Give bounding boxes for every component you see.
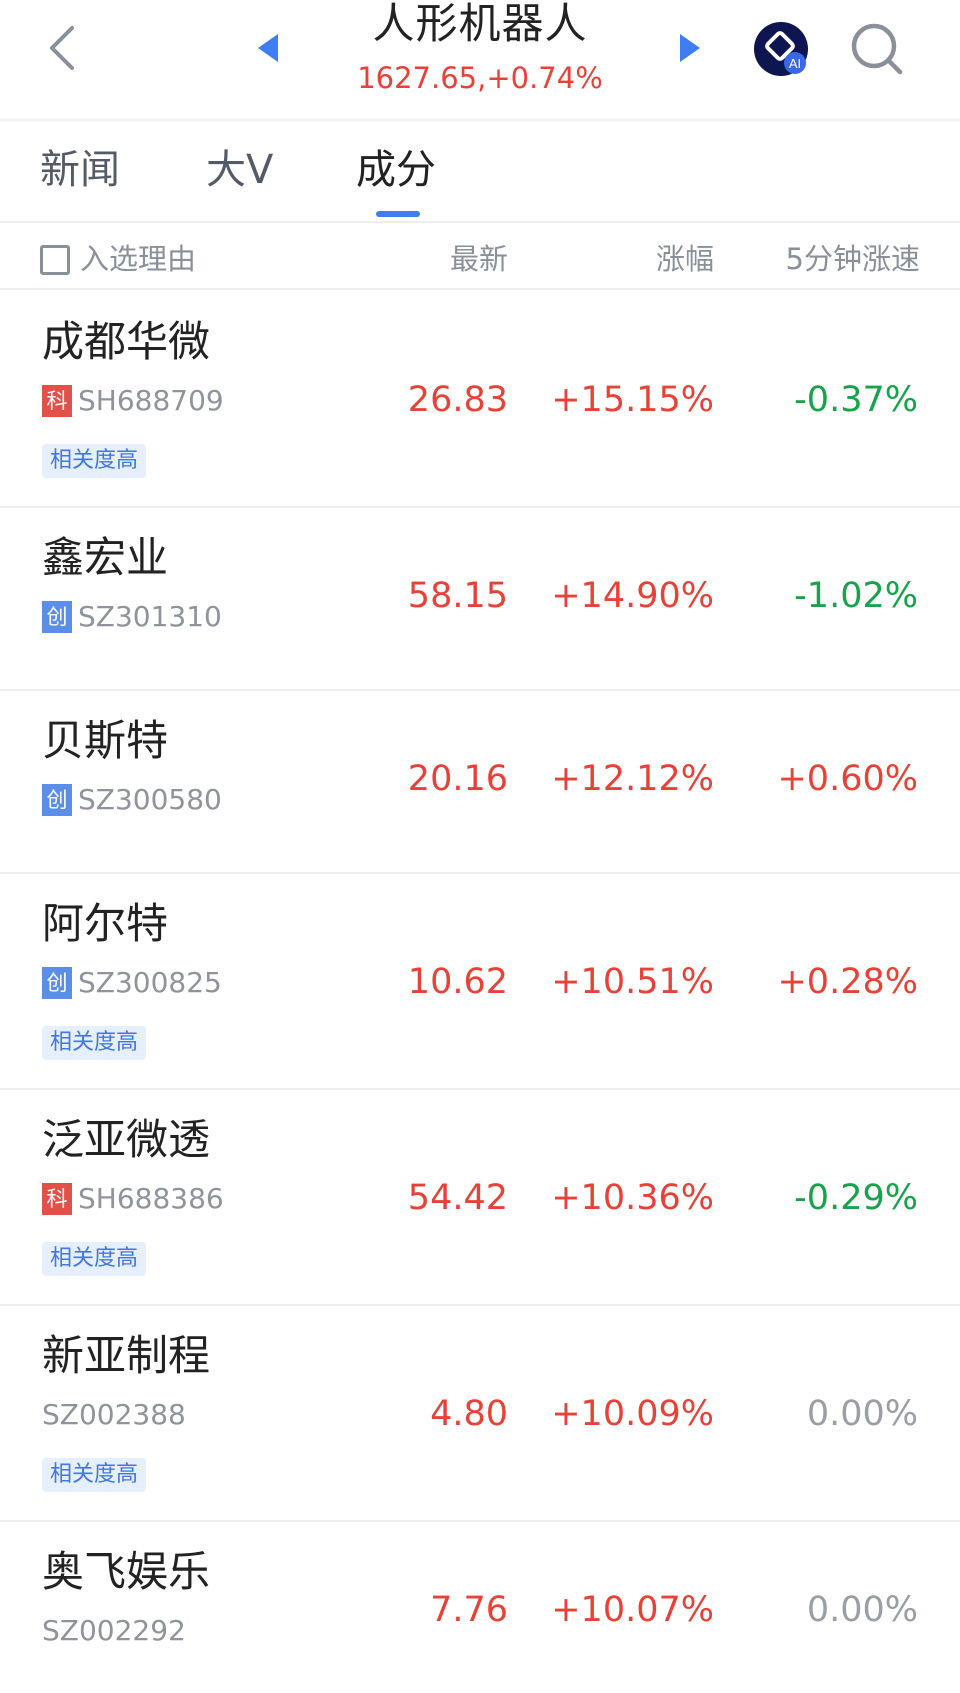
- column-reason[interactable]: 入选理由: [80, 239, 196, 279]
- stock-code-line: SZ002388: [42, 1398, 186, 1432]
- page-title: 人形机器人: [372, 0, 588, 48]
- stock-code: SH688386: [78, 1182, 224, 1215]
- table-row[interactable]: 新亚制程 SZ002388 相关度高 4.80 +10.09% 0.00%: [0, 1306, 960, 1522]
- stock-code: SZ300825: [78, 966, 222, 999]
- change-percent: +12.12%: [551, 759, 714, 799]
- table-row[interactable]: 泛亚微透 科 SH688386 相关度高 54.42 +10.36% -0.29…: [0, 1090, 960, 1306]
- column-latest[interactable]: 最新: [450, 239, 508, 279]
- five-min-speed: -0.37%: [794, 380, 918, 420]
- stock-name: 新亚制程: [42, 1331, 211, 1380]
- five-min-speed: +0.28%: [777, 962, 918, 1002]
- change-percent: +10.09%: [551, 1394, 714, 1434]
- stock-code-line: 创 SZ301310: [42, 600, 222, 634]
- relevance-tag: 相关度高: [42, 444, 147, 478]
- stock-code: SH688709: [78, 384, 224, 417]
- stock-code-line: SZ002292: [42, 1614, 186, 1648]
- latest-price: 58.15: [407, 576, 508, 616]
- tab-news[interactable]: 新闻: [40, 145, 120, 195]
- tab-bar: 新闻 大V 成分: [0, 123, 960, 223]
- stock-code: SZ002292: [42, 1614, 186, 1647]
- latest-price: 26.83: [407, 380, 508, 420]
- table-row[interactable]: 奥飞娱乐 SZ002292 7.76 +10.07% 0.00%: [0, 1522, 960, 1693]
- stock-name: 奥飞娱乐: [42, 1547, 211, 1596]
- market-badge: 创: [42, 784, 72, 816]
- column-header: 入选理由 最新 涨幅 5分钟涨速: [0, 225, 960, 290]
- table-row[interactable]: 贝斯特 创 SZ300580 20.16 +12.12% +0.60%: [0, 691, 960, 874]
- tab-components[interactable]: 成分: [356, 145, 436, 195]
- ai-assistant-icon[interactable]: AI: [752, 20, 810, 78]
- stock-name: 阿尔特: [42, 899, 169, 948]
- stock-name: 贝斯特: [42, 716, 169, 765]
- tab-active-indicator: [376, 211, 420, 217]
- table-row[interactable]: 鑫宏业 创 SZ301310 58.15 +14.90% -1.02%: [0, 508, 960, 691]
- stock-name: 泛亚微透: [42, 1115, 211, 1164]
- stock-code-line: 科 SH688709: [42, 384, 224, 418]
- stock-name: 成都华微: [42, 317, 211, 366]
- five-min-speed: -0.29%: [794, 1178, 918, 1218]
- relevance-tag: 相关度高: [42, 1026, 147, 1060]
- stock-code-line: 创 SZ300580: [42, 783, 222, 817]
- relevance-tag: 相关度高: [42, 1242, 147, 1276]
- latest-price: 4.80: [430, 1394, 508, 1434]
- change-percent: +15.15%: [551, 380, 714, 420]
- column-change[interactable]: 涨幅: [656, 239, 714, 279]
- reason-checkbox[interactable]: [40, 245, 70, 275]
- tab-big-v[interactable]: 大V: [206, 145, 273, 195]
- five-min-speed: 0.00%: [806, 1394, 918, 1434]
- stock-code: SZ301310: [78, 600, 222, 633]
- stock-list: 成都华微 科 SH688709 相关度高 26.83 +15.15% -0.37…: [0, 292, 960, 1693]
- column-5min-speed[interactable]: 5分钟涨速: [786, 239, 920, 279]
- table-row[interactable]: 成都华微 科 SH688709 相关度高 26.83 +15.15% -0.37…: [0, 292, 960, 508]
- index-quote: 1627.65,+0.74%: [357, 61, 603, 95]
- market-badge: 创: [42, 601, 72, 633]
- relevance-tag: 相关度高: [42, 1458, 147, 1492]
- market-badge: 科: [42, 1183, 72, 1215]
- change-percent: +10.36%: [551, 1178, 714, 1218]
- five-min-speed: +0.60%: [777, 759, 918, 799]
- title-block: 人形机器人 1627.65,+0.74%: [300, 0, 660, 98]
- table-row[interactable]: 阿尔特 创 SZ300825 相关度高 10.62 +10.51% +0.28%: [0, 874, 960, 1090]
- latest-price: 20.16: [407, 759, 508, 799]
- change-percent: +10.07%: [551, 1590, 714, 1630]
- change-percent: +10.51%: [551, 962, 714, 1002]
- stock-code-line: 创 SZ300825: [42, 966, 222, 1000]
- ai-badge-label: AI: [789, 56, 801, 71]
- stock-name: 鑫宏业: [42, 533, 169, 582]
- latest-price: 7.76: [430, 1590, 508, 1630]
- prev-triangle-icon[interactable]: [250, 28, 290, 68]
- next-triangle-icon[interactable]: [668, 28, 708, 68]
- change-percent: +14.90%: [551, 576, 714, 616]
- five-min-speed: -1.02%: [794, 576, 918, 616]
- search-icon[interactable]: [846, 18, 908, 80]
- stock-code: SZ300580: [78, 783, 222, 816]
- stock-code: SZ002388: [42, 1398, 186, 1431]
- stock-code-line: 科 SH688386: [42, 1182, 224, 1216]
- back-arrow-icon[interactable]: [40, 20, 90, 76]
- top-bar: 人形机器人 1627.65,+0.74% AI: [0, 0, 960, 121]
- five-min-speed: 0.00%: [806, 1590, 918, 1630]
- market-badge: 科: [42, 385, 72, 417]
- market-badge: 创: [42, 967, 72, 999]
- latest-price: 54.42: [407, 1178, 508, 1218]
- latest-price: 10.62: [407, 962, 508, 1002]
